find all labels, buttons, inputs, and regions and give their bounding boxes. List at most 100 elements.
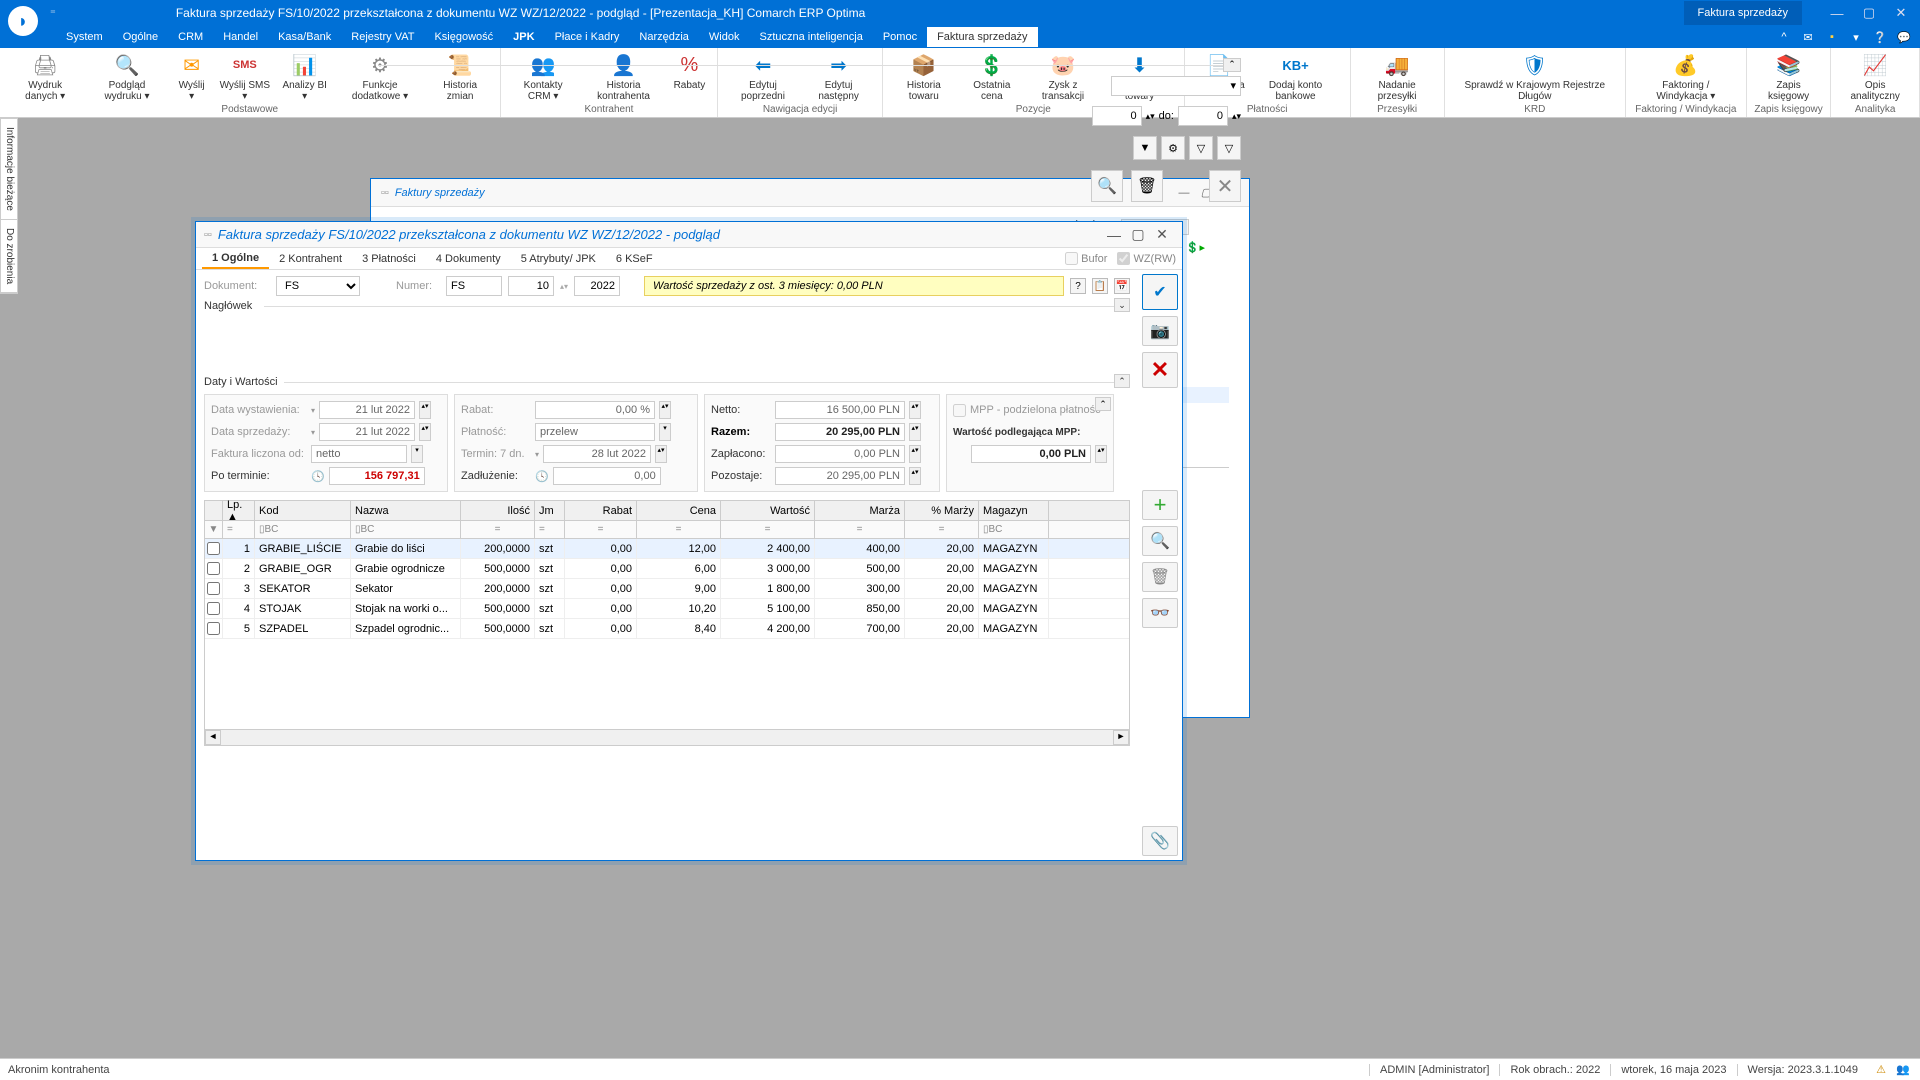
back-cancel-button[interactable]: ✕	[1209, 170, 1241, 202]
ribbon-sprawdz-krd[interactable]: 🛡Sprawdź w Krajowym Rejestrze Długów	[1451, 50, 1619, 104]
add-row-button[interactable]: +	[1142, 490, 1178, 520]
tab-platnosci[interactable]: 3 Płatności	[352, 250, 426, 268]
quick-access-dropdown[interactable]: ⁼	[50, 7, 56, 20]
cancel-button[interactable]: ✕	[1142, 352, 1178, 388]
platnosc[interactable]: przelew	[535, 423, 655, 441]
menu-narzedzia[interactable]: Narzędzia	[629, 27, 699, 47]
col-ilosc[interactable]: Ilość	[461, 501, 535, 520]
termin[interactable]: 28 lut 2022	[543, 445, 651, 463]
table-row[interactable]: 3SEKATORSekator200,0000szt0,009,001 800,…	[205, 579, 1129, 599]
numer-seria[interactable]	[446, 276, 502, 296]
ribbon-wydruk[interactable]: 🖨Wydruk danych ▾	[6, 50, 84, 104]
table-row[interactable]: 4STOJAKStojak na worki o...500,0000szt0,…	[205, 599, 1129, 619]
ribbon-faktoring[interactable]: 💰Faktoring / Windykacja ▾	[1632, 50, 1740, 104]
back-input-to[interactable]	[1178, 106, 1228, 126]
bufor-checkbox[interactable]: Bufor	[1065, 252, 1107, 265]
front-minimize-button[interactable]: —	[1102, 227, 1126, 243]
back-input-from[interactable]	[1092, 106, 1142, 126]
help-icon[interactable]: ?	[1070, 278, 1086, 294]
side-tab-informacje[interactable]: Informacje bieżące	[1, 119, 17, 220]
menu-rejestry[interactable]: Rejestry VAT	[341, 27, 424, 47]
row-check[interactable]	[207, 582, 220, 595]
search-row-button[interactable]: 🔍	[1142, 526, 1178, 556]
copy-icon[interactable]: 📋	[1092, 278, 1108, 294]
row-check[interactable]	[207, 622, 220, 635]
col-cena[interactable]: Cena	[637, 501, 721, 520]
close-button[interactable]: ✕	[1886, 3, 1916, 23]
menu-place[interactable]: Płace i Kadry	[545, 27, 630, 47]
save-button[interactable]: ✔	[1142, 274, 1178, 310]
ribbon-podglad[interactable]: 🔍Podgląd wydruku ▾	[84, 50, 169, 104]
menu-ogolne[interactable]: Ogólne	[113, 27, 168, 47]
mpp-collapse[interactable]: ⌃	[1095, 397, 1111, 411]
menu-faktura[interactable]: Faktura sprzedaży	[927, 27, 1037, 47]
chat-icon[interactable]: 💬	[1896, 29, 1912, 45]
daty-collapse[interactable]: ⌃	[1114, 374, 1130, 388]
col-kod[interactable]: Kod	[255, 501, 351, 520]
ribbon-dodaj-konto[interactable]: KB+Dodaj konto bankowe	[1247, 50, 1343, 104]
tab-atrybuty[interactable]: 5 Atrybuty/ JPK	[511, 250, 606, 268]
filter-4-button[interactable]: ▽	[1217, 136, 1241, 160]
wzrw-checkbox[interactable]: WZ(RW)	[1117, 252, 1176, 265]
col-marza[interactable]: Marża	[815, 501, 905, 520]
note-icon[interactable]: ▪	[1824, 29, 1840, 45]
menu-crm[interactable]: CRM	[168, 27, 213, 47]
col-pmarzy[interactable]: % Marży	[905, 501, 979, 520]
tab-ogolne[interactable]: 1 Ogólne	[202, 249, 269, 269]
tab-dokumenty[interactable]: 4 Dokumenty	[426, 250, 511, 268]
scroll-right[interactable]: ►	[1113, 730, 1129, 745]
filter-3-button[interactable]: ▽	[1189, 136, 1213, 160]
menu-sztuczna[interactable]: Sztuczna inteligencja	[749, 27, 872, 47]
scroll-left[interactable]: ◄	[205, 730, 221, 745]
ribbon-zapis[interactable]: 📚Zapis księgowy	[1753, 50, 1825, 104]
mail-icon[interactable]: ✉	[1800, 29, 1816, 45]
table-row[interactable]: 1GRABIE_LIŚCIEGrabie do liści200,0000szt…	[205, 539, 1129, 559]
filter-1-button[interactable]: ▼	[1133, 136, 1157, 160]
attachments-button[interactable]: 📎	[1142, 826, 1178, 856]
faktoring-icon[interactable]: 💲▸	[1186, 241, 1205, 254]
row-check[interactable]	[207, 562, 220, 575]
ribbon-nadanie[interactable]: 🚚Nadanie przesyłki	[1357, 50, 1438, 104]
numer-rok[interactable]	[574, 276, 620, 296]
rabat[interactable]: 0,00 %	[535, 401, 655, 419]
col-nazwa[interactable]: Nazwa	[351, 501, 461, 520]
col-rabat[interactable]: Rabat	[565, 501, 637, 520]
tab-kontrahent[interactable]: 2 Kontrahent	[269, 250, 352, 268]
dokument-select[interactable]: FS	[276, 276, 360, 296]
ribbon-opis[interactable]: 📈Opis analityczny	[1837, 50, 1913, 104]
front-maximize-button[interactable]: ▢	[1126, 226, 1150, 243]
table-row[interactable]: 5SZPADELSzpadel ogrodnic...500,0000szt0,…	[205, 619, 1129, 639]
collapse-ribbon-icon[interactable]: ^	[1776, 29, 1792, 45]
row-check[interactable]	[207, 542, 220, 555]
back-delete-button[interactable]: 🗑	[1131, 170, 1163, 202]
menu-jpk[interactable]: JPK	[503, 27, 544, 47]
side-tab-do-zrobienia[interactable]: Do zrobienia	[1, 220, 17, 293]
binoculars-button[interactable]: 👓	[1142, 598, 1178, 628]
back-combo[interactable]: ▾	[1111, 76, 1241, 96]
data-wystawienia[interactable]: 21 lut 2022	[319, 401, 415, 419]
back-search-button[interactable]: 🔍	[1091, 170, 1123, 202]
ribbon-analizy[interactable]: 📊Analizy BI ▾	[276, 50, 333, 104]
data-sprzedazy[interactable]: 21 lut 2022	[319, 423, 415, 441]
calendar-icon[interactable]: 📅	[1114, 278, 1130, 294]
filter-2-button[interactable]: ⚙	[1161, 136, 1185, 160]
context-tab-faktura[interactable]: Faktura sprzedaży	[1684, 1, 1802, 25]
status-icon-2[interactable]: 👥	[1894, 1061, 1912, 1079]
col-magazyn[interactable]: Magazyn	[979, 501, 1049, 520]
back-collapse-button[interactable]: ⌃	[1223, 58, 1241, 72]
mpp-checkbox[interactable]	[953, 404, 966, 417]
front-close-button[interactable]: ✕	[1150, 226, 1174, 243]
delete-row-button[interactable]: 🗑	[1142, 562, 1178, 592]
col-lp[interactable]: Lp. ▲	[223, 501, 255, 520]
menu-kasa[interactable]: Kasa/Bank	[268, 27, 341, 47]
help-icon[interactable]: ❔	[1872, 29, 1888, 45]
minimize-button[interactable]: —	[1822, 3, 1852, 23]
numer-nr[interactable]	[508, 276, 554, 296]
row-check[interactable]	[207, 602, 220, 615]
maximize-button[interactable]: ▢	[1854, 3, 1884, 23]
menu-handel[interactable]: Handel	[213, 27, 268, 47]
menu-widok[interactable]: Widok	[699, 27, 750, 47]
scanner-button[interactable]: 📷	[1142, 316, 1178, 346]
col-jm[interactable]: Jm	[535, 501, 565, 520]
tab-ksef[interactable]: 6 KSeF	[606, 250, 663, 268]
